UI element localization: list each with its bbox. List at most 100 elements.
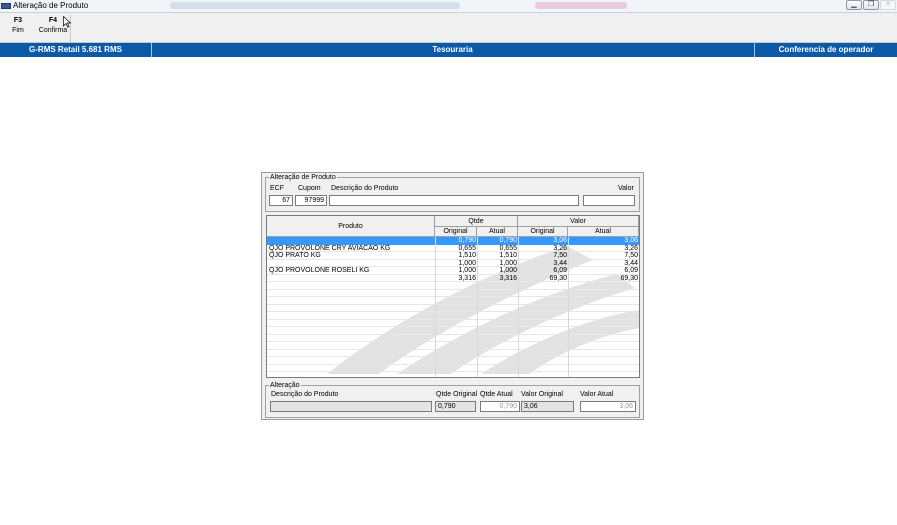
empty-row (267, 297, 639, 305)
fim-button[interactable]: F3 Fim (1, 16, 35, 40)
mouse-cursor-icon (63, 16, 71, 28)
close-icon: ✕ (885, 1, 891, 8)
close-button[interactable]: ✕ (880, 0, 896, 10)
title-bar-blur (535, 2, 627, 9)
alteracao-produto-dialog: Alteração de Produto ECF Cupom Descrição… (261, 172, 644, 420)
empty-row (267, 320, 639, 327)
alt-descricao-field (270, 401, 432, 412)
restore-icon: ❐ (867, 1, 875, 8)
module-name: Tesouraria (151, 43, 755, 57)
ecf-field[interactable]: 67 (269, 195, 293, 206)
cell-qtde-original: 0,790 (458, 237, 476, 244)
column-separator (518, 237, 519, 377)
cell-qtde-original: 3,316 (458, 274, 476, 282)
restore-button[interactable]: ❐ (863, 0, 879, 10)
toolbar: F3 Fim F4 Confirma (0, 13, 897, 43)
cell-valor-atual: 7,50 (624, 252, 638, 259)
empty-row (267, 282, 639, 290)
alt-valor-original-label: Valor Original (521, 391, 563, 398)
title-bar-blur (170, 2, 460, 9)
descricao-field[interactable] (329, 195, 579, 206)
table-row[interactable]: QJO PRATO KG 1,510 1,510 7,50 7,50 (267, 252, 639, 260)
cell-valor-original: 7,50 (553, 252, 567, 259)
descricao-label: Descrição do Produto (331, 185, 399, 192)
header-valor-atual[interactable]: Atual (568, 227, 639, 237)
fim-label: Fim (12, 27, 24, 34)
header-qtde-original[interactable]: Original (435, 227, 477, 237)
header-valor: Valor (518, 216, 639, 227)
cell-valor-original: 3,44 (553, 259, 567, 267)
window-controls: ▁ ❐ ✕ (846, 0, 896, 11)
cell-qtde-original: 1,510 (458, 252, 476, 259)
system-name: G-RMS Retail 5.681 RMS (0, 43, 152, 57)
alt-valor-original-field: 3,06 (521, 401, 574, 412)
empty-row (267, 305, 639, 312)
column-separator (435, 237, 436, 377)
cell-qtde-original: 1,000 (458, 259, 476, 267)
ecf-label: ECF (270, 185, 284, 192)
fim-key: F3 (13, 17, 23, 24)
header-produto[interactable]: Produto (267, 216, 435, 237)
column-separator (477, 237, 478, 377)
cell-valor-atual: 3,44 (624, 259, 638, 267)
screen-name: Conferencia de operador (778, 45, 874, 54)
alt-qtde-atual-label: Qtde Atual (480, 391, 513, 398)
alteracao-group-legend: Alteração (270, 382, 300, 389)
empty-row (267, 327, 639, 335)
app-icon (1, 3, 11, 9)
empty-row (267, 290, 639, 297)
header-qtde: Qtde (435, 216, 518, 227)
cell-valor-original: 3,26 (553, 244, 567, 252)
cell-valor-original: 69,30 (549, 274, 567, 282)
cell-valor-atual: 6,09 (624, 267, 638, 274)
table-row[interactable]: 3,316 3,316 69,30 69,30 (267, 274, 639, 282)
cell-valor-original: 6,09 (553, 267, 567, 274)
header-qtde-atual[interactable]: Atual (477, 227, 518, 237)
produto-group-legend: Alteração de Produto (270, 174, 336, 181)
cell-valor-original: 3,06 (553, 237, 567, 244)
cell-qtde-atual: 0,790 (499, 237, 517, 244)
column-separator (568, 237, 569, 377)
alt-qtde-original-field: 0,790 (435, 401, 476, 412)
cell-valor-atual: 3,26 (624, 244, 638, 252)
alt-descricao-label: Descrição do Produto (271, 391, 339, 398)
empty-row (267, 335, 639, 342)
alt-qtde-atual-field[interactable]: 0,790 (480, 401, 520, 412)
minimize-button[interactable]: ▁ (846, 0, 862, 10)
alteracao-group: Alteração (265, 382, 640, 418)
minimize-icon: ▁ (851, 1, 857, 8)
cupom-field[interactable]: 97999 (295, 195, 327, 206)
cell-produto: QJO PROVOLONE ROSELI KG (269, 267, 370, 274)
empty-row (267, 312, 639, 320)
empty-row (267, 342, 639, 350)
cell-produto: QJO PROVOLONE CRY AVIACAO KG (269, 244, 391, 252)
cell-valor-atual: 69,30 (620, 274, 638, 282)
table-row[interactable]: 0,790 0,790 3,06 3,06 (267, 237, 639, 245)
cell-qtde-atual: 1,000 (499, 267, 517, 274)
table-row[interactable]: QJO PROVOLONE CRY AVIACAO KG 0,655 0,655 3,… (267, 244, 639, 252)
empty-row (267, 365, 639, 372)
table-row[interactable]: 1,000 1,000 3,44 3,44 (267, 259, 639, 267)
header-valor-original[interactable]: Original (518, 227, 568, 237)
cell-produto: QJO PRATO KG (269, 252, 321, 259)
window-title: Alteração de Produto (13, 1, 89, 10)
cell-valor-atual: 3,06 (624, 237, 638, 244)
valor-field[interactable] (583, 195, 635, 206)
alt-qtde-original-label: Qtde Original (436, 391, 478, 398)
cell-qtde-atual: 1,510 (499, 252, 517, 259)
itens-grid[interactable]: Produto Qtde Valor Original Atual Origin… (266, 215, 640, 378)
title-bar: Alteração de Produto ▁ ❐ ✕ (0, 0, 897, 13)
valor-label: Valor (618, 185, 634, 192)
empty-row (267, 357, 639, 365)
cupom-label: Cupom (298, 185, 321, 192)
produto-group: Alteração de Produto (265, 174, 640, 212)
cell-qtde-atual: 3,316 (499, 274, 517, 282)
table-row[interactable]: QJO PROVOLONE ROSELI KG 1,000 1,000 6,09 6,0… (267, 267, 639, 275)
empty-row (267, 350, 639, 357)
status-bar: G-RMS Retail 5.681 RMS Tesouraria Confer… (0, 43, 897, 57)
cell-qtde-atual: 0,655 (499, 244, 517, 252)
alt-valor-atual-field[interactable]: 3,06 (580, 401, 636, 412)
cell-qtde-original: 1,000 (458, 267, 476, 274)
cell-qtde-original: 0,655 (458, 244, 476, 252)
cell-qtde-atual: 1,000 (499, 259, 517, 267)
